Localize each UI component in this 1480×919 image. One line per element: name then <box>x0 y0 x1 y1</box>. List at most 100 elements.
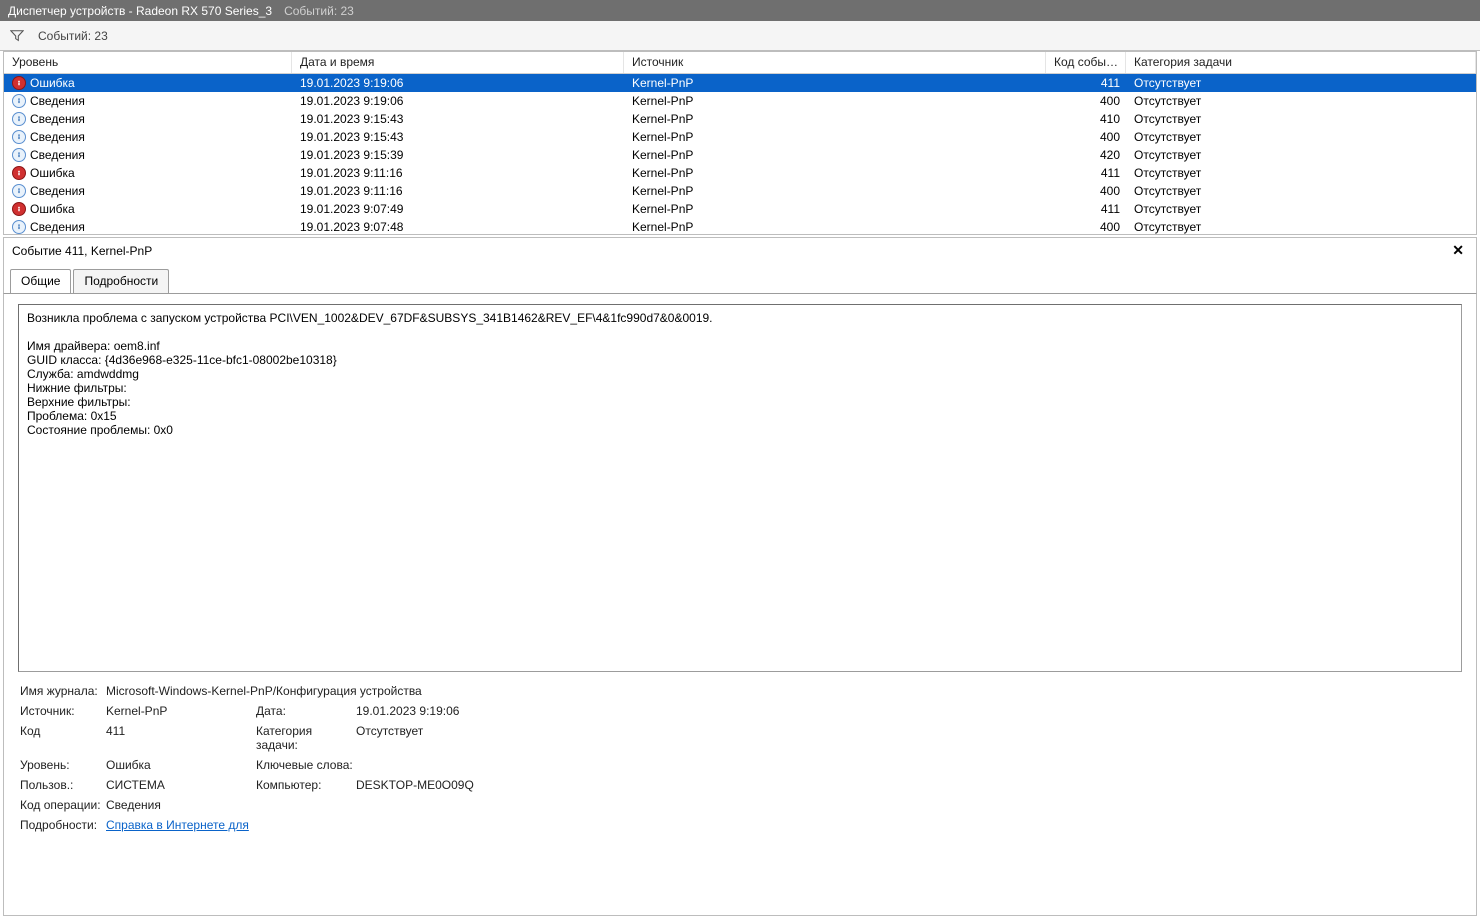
value-computer: DESKTOP-ME0O09Q <box>356 778 1462 792</box>
label-date: Дата: <box>256 704 356 718</box>
cell-date: 19.01.2023 9:11:16 <box>292 165 624 181</box>
value-id: 411 <box>106 724 256 752</box>
close-icon[interactable]: ✕ <box>1448 242 1468 259</box>
table-row[interactable]: Сведения19.01.2023 9:15:43Kernel-PnP400О… <box>4 128 1476 146</box>
info-icon <box>12 112 26 126</box>
cell-level: Сведения <box>30 94 85 108</box>
cell-id: 411 <box>1046 75 1126 91</box>
value-category: Отсутствует <box>356 724 1462 752</box>
help-online-link[interactable]: Справка в Интернете для <box>106 818 249 832</box>
col-level[interactable]: Уровень <box>4 52 292 73</box>
col-id[interactable]: Код события <box>1046 52 1126 73</box>
cell-date: 19.01.2023 9:11:16 <box>292 183 624 199</box>
cell-date: 19.01.2023 9:07:49 <box>292 201 624 217</box>
info-icon <box>12 130 26 144</box>
cell-date: 19.01.2023 9:15:39 <box>292 147 624 163</box>
events-grid: Уровень Дата и время Источник Код событи… <box>3 51 1477 235</box>
cell-category: Отсутствует <box>1126 201 1476 217</box>
grid-body[interactable]: Ошибка19.01.2023 9:19:06Kernel-PnP411Отс… <box>4 74 1476 234</box>
window-titlebar: Диспетчер устройств - Radeon RX 570 Seri… <box>0 0 1480 21</box>
cell-id: 400 <box>1046 219 1126 234</box>
label-user: Пользов.: <box>20 778 106 792</box>
info-icon <box>12 220 26 234</box>
cell-source: Kernel-PnP <box>624 93 1046 109</box>
table-row[interactable]: Сведения 19.01.2023 9:19:06Kernel-PnP400О… <box>4 92 1476 110</box>
label-category: Категория задачи: <box>256 724 356 752</box>
cell-id: 400 <box>1046 129 1126 145</box>
detail-tabs: Общие Подробности <box>3 263 1477 293</box>
cell-date: 19.01.2023 9:15:43 <box>292 129 624 145</box>
cell-source: Kernel-PnP <box>624 201 1046 217</box>
event-fields: Имя журнала: Microsoft-Windows-Kernel-Pn… <box>18 684 1462 832</box>
value-user: СИСТЕМА <box>106 778 256 792</box>
event-description[interactable]: Возникла проблема с запуском устройства … <box>18 304 1462 672</box>
error-icon <box>12 76 26 90</box>
window-title: Диспетчер устройств - Radeon RX 570 Seri… <box>8 4 272 18</box>
cell-source: Kernel-PnP <box>624 183 1046 199</box>
table-row[interactable]: Сведения 19.01.2023 9:11:16Kernel-PnP400О… <box>4 182 1476 200</box>
cell-source: Kernel-PnP <box>624 129 1046 145</box>
cell-category: Отсутствует <box>1126 219 1476 234</box>
cell-source: Kernel-PnP <box>624 75 1046 91</box>
titlebar-events-count: Событий: 23 <box>284 4 354 18</box>
col-date[interactable]: Дата и время <box>292 52 624 73</box>
cell-category: Отсутствует <box>1126 165 1476 181</box>
tab-general[interactable]: Общие <box>10 269 71 293</box>
table-row[interactable]: Ошибка19.01.2023 9:19:06Kernel-PnP411Отс… <box>4 74 1476 92</box>
cell-category: Отсутствует <box>1126 111 1476 127</box>
cell-id: 400 <box>1046 183 1126 199</box>
value-source: Kernel-PnP <box>106 704 256 718</box>
filter-icon[interactable] <box>10 29 24 43</box>
info-icon <box>12 94 26 108</box>
info-icon <box>12 148 26 162</box>
value-log-name: Microsoft-Windows-Kernel-PnP/Конфигураци… <box>106 684 1462 698</box>
cell-id: 420 <box>1046 147 1126 163</box>
cell-category: Отсутствует <box>1126 183 1476 199</box>
cell-category: Отсутствует <box>1126 75 1476 91</box>
error-icon <box>12 166 26 180</box>
toolbar-events-count: Событий: 23 <box>38 29 108 43</box>
cell-date: 19.01.2023 9:19:06 <box>292 75 624 91</box>
cell-date: 19.01.2023 9:19:06 <box>292 93 624 109</box>
label-log-name: Имя журнала: <box>20 684 106 698</box>
cell-id: 411 <box>1046 201 1126 217</box>
value-keywords <box>356 758 1462 772</box>
detail-title: Событие 411, Kernel-PnP <box>12 244 152 258</box>
cell-level: Ошибка <box>30 202 75 216</box>
info-icon <box>12 184 26 198</box>
value-opcode: Сведения <box>106 798 1462 812</box>
value-date: 19.01.2023 9:19:06 <box>356 704 1462 718</box>
cell-source: Kernel-PnP <box>624 147 1046 163</box>
label-id: Код <box>20 724 106 752</box>
cell-id: 410 <box>1046 111 1126 127</box>
tab-details[interactable]: Подробности <box>73 269 169 293</box>
cell-source: Kernel-PnP <box>624 165 1046 181</box>
cell-category: Отсутствует <box>1126 147 1476 163</box>
cell-level: Сведения <box>30 184 85 198</box>
table-row[interactable]: Сведения19.01.2023 9:15:43Kernel-PnP410О… <box>4 110 1476 128</box>
table-row[interactable]: Ошибка19.01.2023 9:11:16Kernel-PnP411Отс… <box>4 164 1476 182</box>
label-level: Уровень: <box>20 758 106 772</box>
cell-date: 19.01.2023 9:07:48 <box>292 219 624 234</box>
col-cat[interactable]: Категория задачи <box>1126 52 1476 73</box>
label-moreinfo: Подробности: <box>20 818 106 832</box>
cell-level: Сведения <box>30 112 85 126</box>
label-computer: Компьютер: <box>256 778 356 792</box>
value-moreinfo: Справка в Интернете для <box>106 818 1462 832</box>
cell-level: Сведения <box>30 220 85 234</box>
cell-category: Отсутствует <box>1126 129 1476 145</box>
detail-header: Событие 411, Kernel-PnP ✕ <box>3 237 1477 263</box>
value-level: Ошибка <box>106 758 256 772</box>
label-opcode: Код операции: <box>20 798 106 812</box>
grid-header: Уровень Дата и время Источник Код событи… <box>4 52 1476 74</box>
table-row[interactable]: Ошибка 19.01.2023 9:07:49Kernel-PnP411Отс… <box>4 200 1476 218</box>
col-source[interactable]: Источник <box>624 52 1046 73</box>
cell-category: Отсутствует <box>1126 93 1476 109</box>
toolbar: Событий: 23 <box>0 21 1480 51</box>
tab-content-general: Возникла проблема с запуском устройства … <box>3 293 1477 916</box>
table-row[interactable]: Сведения19.01.2023 9:15:39Kernel-PnP420О… <box>4 146 1476 164</box>
cell-id: 400 <box>1046 93 1126 109</box>
table-row[interactable]: Сведения19.01.2023 9:07:48Kernel-PnP400О… <box>4 218 1476 234</box>
cell-date: 19.01.2023 9:15:43 <box>292 111 624 127</box>
label-source: Источник: <box>20 704 106 718</box>
